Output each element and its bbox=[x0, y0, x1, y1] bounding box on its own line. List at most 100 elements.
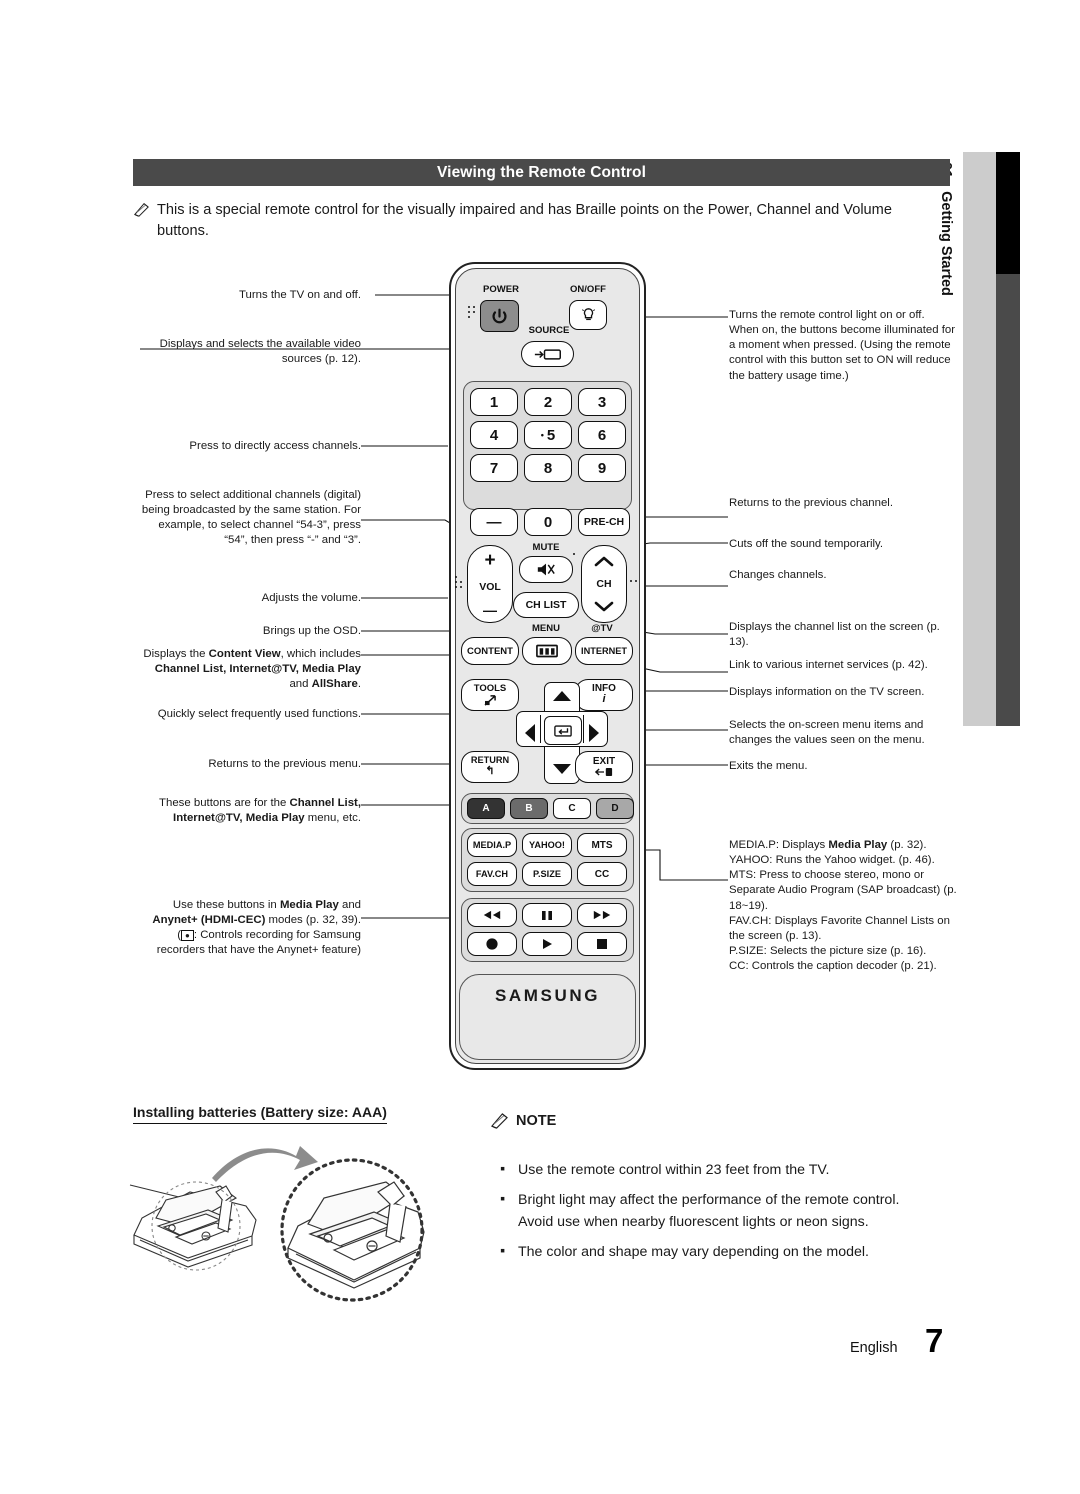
source-button[interactable] bbox=[521, 341, 574, 367]
number-button-3[interactable]: 3 bbox=[578, 388, 626, 416]
annotation-mute: Cuts off the sound temporarily. bbox=[729, 538, 884, 550]
manual-page: 0 1 Getting Started Viewing the Remote Co… bbox=[0, 0, 1080, 1494]
annotation-channel: Changes channels. bbox=[729, 569, 827, 581]
chapter-name: Getting Started bbox=[938, 191, 955, 296]
stop-button[interactable] bbox=[577, 932, 627, 956]
note-item-text: Bright light may affect the performance … bbox=[518, 1192, 900, 1230]
record-button[interactable] bbox=[467, 932, 517, 956]
pre-ch-button[interactable]: PRE-CH bbox=[578, 508, 630, 536]
channel-braille-dot-left bbox=[573, 553, 577, 557]
internet-button[interactable]: INTERNET bbox=[575, 637, 633, 665]
page-title-bar: Viewing the Remote Control bbox=[133, 159, 950, 186]
color-button-d[interactable]: D bbox=[596, 798, 634, 819]
battery-section-title: Installing batteries (Battery size: AAA) bbox=[133, 1104, 387, 1124]
number-button-4[interactable]: 4 bbox=[470, 421, 518, 449]
volume-up-label: + bbox=[484, 550, 496, 571]
ch-list-button[interactable]: CH LIST bbox=[513, 592, 579, 618]
number-button-6[interactable]: 6 bbox=[578, 421, 626, 449]
note-item-text: Use the remote control within 23 feet fr… bbox=[518, 1162, 830, 1178]
channel-button[interactable]: CH bbox=[581, 545, 627, 623]
cc-button[interactable]: CC bbox=[577, 862, 627, 886]
p-size-button[interactable]: P.SIZE bbox=[522, 862, 572, 886]
chapter-tab-black-block bbox=[996, 152, 1020, 274]
note-item: ▪ Bright light may affect the performanc… bbox=[490, 1190, 920, 1233]
channel-label: CH bbox=[596, 577, 612, 590]
arrow-right-icon bbox=[589, 724, 599, 742]
annotation-dash-key: Press to select additional channels (dig… bbox=[141, 489, 361, 547]
number-button-8[interactable]: 8 bbox=[524, 454, 572, 482]
annotation-return: Returns to the previous menu. bbox=[208, 758, 361, 770]
arrow-left-icon bbox=[525, 724, 535, 742]
tools-button[interactable]: TOOLS bbox=[461, 679, 519, 711]
mute-icon bbox=[537, 563, 555, 576]
note-item-text: The color and shape may vary depending o… bbox=[518, 1243, 869, 1260]
annotation-volume: Adjusts the volume. bbox=[261, 592, 361, 604]
rewind-icon bbox=[483, 910, 501, 920]
rewind-button[interactable] bbox=[467, 903, 517, 927]
content-button[interactable]: CONTENT bbox=[461, 637, 519, 665]
exit-button[interactable]: EXIT bbox=[575, 751, 633, 783]
number-button-7[interactable]: 7 bbox=[470, 454, 518, 482]
fast-forward-button[interactable] bbox=[577, 903, 627, 927]
number-5-braille-dot: • bbox=[540, 429, 544, 440]
light-onoff-label: ON/OFF bbox=[570, 284, 606, 295]
number-button-5[interactable]: • 5 bbox=[524, 421, 572, 449]
attv-label: @TV bbox=[591, 623, 613, 634]
annotation-info: Displays information on the TV screen. bbox=[729, 686, 925, 698]
annotation-function-buttons: MEDIA.P: Displays Media Play (p. 32). YAH… bbox=[729, 839, 957, 973]
media-p-button[interactable]: MEDIA.P bbox=[467, 833, 517, 857]
number-button-1[interactable]: 1 bbox=[470, 388, 518, 416]
dash-button[interactable]: — bbox=[470, 508, 518, 536]
annotation-direction: Selects the on-screen menu items and cha… bbox=[729, 719, 925, 747]
footer-language: English bbox=[850, 1340, 898, 1356]
volume-button[interactable]: + VOL — bbox=[467, 545, 513, 623]
number-button-0[interactable]: 0 bbox=[524, 508, 572, 536]
tools-icon bbox=[484, 694, 496, 706]
pencil-note-icon bbox=[134, 202, 149, 217]
number-button-9[interactable]: 9 bbox=[578, 454, 626, 482]
annotation-color-buttons: These buttons are for the Channel List, … bbox=[159, 797, 361, 825]
annotation-exit: Exits the menu. bbox=[729, 760, 808, 772]
intro-note: This is a special remote control for the… bbox=[133, 200, 923, 241]
note-bullet: ▪ bbox=[500, 1242, 506, 1259]
note-list: ▪ Use the remote control within 23 feet … bbox=[490, 1160, 920, 1272]
volume-down-label: — bbox=[483, 602, 497, 618]
annotation-ch-list: Displays the channel list on the screen … bbox=[729, 621, 940, 649]
color-button-a[interactable]: A bbox=[467, 798, 505, 819]
arrow-down-icon bbox=[553, 764, 571, 774]
color-button-c[interactable]: C bbox=[553, 798, 591, 819]
pause-icon bbox=[542, 910, 552, 920]
note-bullet: ▪ bbox=[500, 1191, 506, 1208]
play-button[interactable] bbox=[522, 932, 572, 956]
mute-label: MUTE bbox=[532, 542, 560, 553]
chapter-tab-background bbox=[963, 152, 996, 726]
stop-icon bbox=[597, 939, 607, 949]
enter-icon bbox=[554, 724, 572, 737]
power-braille-dots bbox=[468, 306, 477, 319]
return-button[interactable]: RETURN ↰ bbox=[461, 751, 519, 783]
remote-control-illustration: POWER ON/OFF SOURCE 1 2 3 4 • 5 6 7 8 9 … bbox=[449, 262, 646, 1070]
annotation-power: Turns the TV on and off. bbox=[239, 289, 361, 301]
menu-icon bbox=[536, 644, 558, 658]
channel-braille-dots-right bbox=[630, 580, 639, 584]
tools-label: TOOLS bbox=[473, 683, 507, 695]
enter-button[interactable] bbox=[544, 716, 582, 745]
mute-button[interactable] bbox=[519, 556, 573, 583]
page-title: Viewing the Remote Control bbox=[437, 163, 646, 181]
fav-ch-button[interactable]: FAV.CH bbox=[467, 862, 517, 886]
samsung-logo: SAMSUNG bbox=[494, 986, 601, 1005]
number-5-label: 5 bbox=[546, 426, 556, 444]
color-button-b[interactable]: B bbox=[510, 798, 548, 819]
pause-button[interactable] bbox=[522, 903, 572, 927]
exit-icon bbox=[595, 768, 613, 777]
yahoo-button[interactable]: YAHOO! bbox=[522, 833, 572, 857]
menu-button[interactable] bbox=[522, 637, 572, 665]
power-icon bbox=[492, 308, 507, 323]
fast-forward-icon bbox=[593, 910, 611, 920]
mts-button[interactable]: MTS bbox=[577, 833, 627, 857]
annotation-content: Displays the Content View, which include… bbox=[143, 648, 361, 691]
play-icon bbox=[542, 939, 552, 949]
source-icon bbox=[534, 348, 561, 360]
number-button-2[interactable]: 2 bbox=[524, 388, 572, 416]
note-item: ▪ The color and shape may vary depending… bbox=[490, 1242, 920, 1263]
